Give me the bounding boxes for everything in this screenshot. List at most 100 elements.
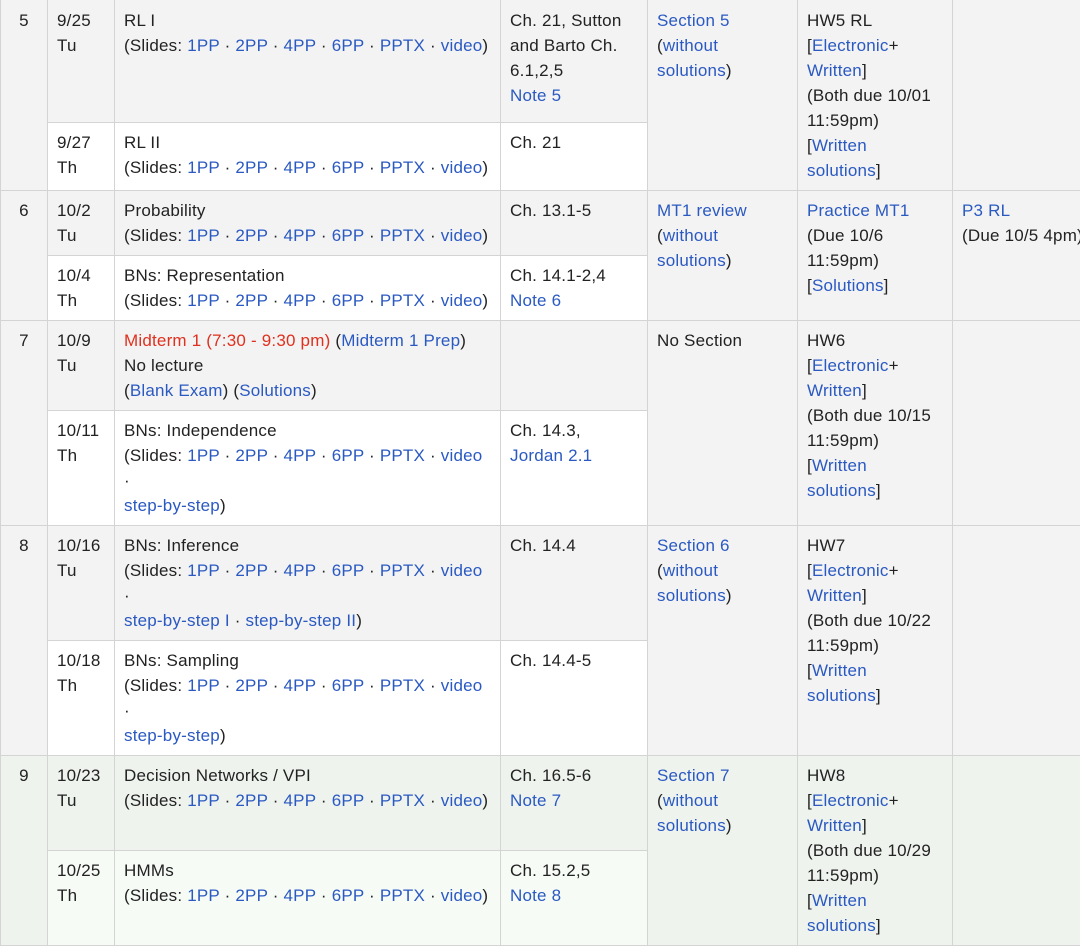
slides-1pp-link[interactable]: 1PP xyxy=(187,291,219,310)
readings-cell: Ch. 15.2,5 Note 8 xyxy=(501,851,648,946)
slides-2pp-link[interactable]: 2PP xyxy=(235,676,267,695)
slides-1pp-link[interactable]: 1PP xyxy=(187,561,219,580)
project-link[interactable]: P3 RL xyxy=(962,201,1010,220)
slides-1pp-link[interactable]: 1PP xyxy=(187,446,219,465)
slides-2pp-link[interactable]: 2PP xyxy=(235,791,267,810)
slides-6pp-link[interactable]: 6PP xyxy=(332,561,364,580)
electronic-link[interactable]: Electronic xyxy=(812,561,889,580)
section-link[interactable]: Section 7 xyxy=(657,766,730,785)
slides-1pp-link[interactable]: 1PP xyxy=(187,36,219,55)
slides-pptx-link[interactable]: PPTX xyxy=(380,226,425,245)
slides-1pp-link[interactable]: 1PP xyxy=(187,886,219,905)
section-no-solutions-link[interactable]: without solutions xyxy=(657,561,726,605)
note-link[interactable]: Note 5 xyxy=(510,86,561,105)
slides-video-link[interactable]: video xyxy=(441,561,483,580)
section-link[interactable]: Section 6 xyxy=(657,536,730,555)
slides-1pp-link[interactable]: 1PP xyxy=(187,791,219,810)
written-link[interactable]: Written xyxy=(807,61,862,80)
slides-2pp-link[interactable]: 2PP xyxy=(235,158,267,177)
exam-solutions-link[interactable]: Solutions xyxy=(239,381,311,400)
slides-1pp-link[interactable]: 1PP xyxy=(187,158,219,177)
slides-video-link[interactable]: video xyxy=(441,291,483,310)
slides-4pp-link[interactable]: 4PP xyxy=(284,291,316,310)
project-due: (Due 10/5 4pm) xyxy=(962,226,1080,245)
written-solutions-link[interactable]: Written solutions xyxy=(807,661,876,705)
step-by-step-2-link[interactable]: step-by-step II xyxy=(246,611,357,630)
lecture-cell: HMMs (Slides: 1PP · 2PP · 4PP · 6PP · PP… xyxy=(115,851,501,946)
slides-video-link[interactable]: video xyxy=(441,36,483,55)
slides-2pp-link[interactable]: 2PP xyxy=(235,886,267,905)
slides-video-link[interactable]: video xyxy=(441,886,483,905)
slides-4pp-link[interactable]: 4PP xyxy=(284,791,316,810)
section-no-solutions-link[interactable]: without solutions xyxy=(657,791,726,835)
slides-6pp-link[interactable]: 6PP xyxy=(332,676,364,695)
section-no-solutions-link[interactable]: without solutions xyxy=(657,226,726,270)
slides-pptx-link[interactable]: PPTX xyxy=(380,791,425,810)
note-link[interactable]: Note 8 xyxy=(510,886,561,905)
slides-4pp-link[interactable]: 4PP xyxy=(284,561,316,580)
slides-4pp-link[interactable]: 4PP xyxy=(284,676,316,695)
slides-video-link[interactable]: video xyxy=(441,158,483,177)
slides-pptx-link[interactable]: PPTX xyxy=(380,291,425,310)
slides-6pp-link[interactable]: 6PP xyxy=(332,886,364,905)
project-cell xyxy=(953,756,1080,946)
slides-pptx-link[interactable]: PPTX xyxy=(380,158,425,177)
electronic-link[interactable]: Electronic xyxy=(812,791,889,810)
slides-pptx-link[interactable]: PPTX xyxy=(380,36,425,55)
midterm-prep-link[interactable]: Midterm 1 Prep xyxy=(341,331,460,350)
section-no-solutions-link[interactable]: without solutions xyxy=(657,36,726,80)
section-link[interactable]: MT1 review xyxy=(657,201,747,220)
slides-6pp-link[interactable]: 6PP xyxy=(332,446,364,465)
written-solutions-link[interactable]: Written solutions xyxy=(807,891,876,935)
slides-2pp-link[interactable]: 2PP xyxy=(235,226,267,245)
slides-6pp-link[interactable]: 6PP xyxy=(332,36,364,55)
written-solutions-link[interactable]: Written solutions xyxy=(807,456,876,500)
slides-4pp-link[interactable]: 4PP xyxy=(284,446,316,465)
written-link[interactable]: Written xyxy=(807,816,862,835)
slides-video-link[interactable]: video xyxy=(441,446,483,465)
slides-4pp-link[interactable]: 4PP xyxy=(284,886,316,905)
slides-2pp-link[interactable]: 2PP xyxy=(235,36,267,55)
written-link[interactable]: Written xyxy=(807,586,862,605)
blank-exam-link[interactable]: Blank Exam xyxy=(130,381,223,400)
slides-video-link[interactable]: video xyxy=(441,676,483,695)
step-by-step-1-link[interactable]: step-by-step I xyxy=(124,611,230,630)
date-text: 9/27 xyxy=(57,133,91,152)
slides-pptx-link[interactable]: PPTX xyxy=(380,886,425,905)
slides-pptx-link[interactable]: PPTX xyxy=(380,561,425,580)
electronic-link[interactable]: Electronic xyxy=(812,356,889,375)
solutions-link[interactable]: Solutions xyxy=(812,276,884,295)
homework-title: HW8 xyxy=(807,766,845,785)
slides-2pp-link[interactable]: 2PP xyxy=(235,291,267,310)
readings-cell xyxy=(501,321,648,411)
electronic-link[interactable]: Electronic xyxy=(812,36,889,55)
step-by-step-link[interactable]: step-by-step xyxy=(124,496,220,515)
note-link[interactable]: Note 6 xyxy=(510,291,561,310)
slides-6pp-link[interactable]: 6PP xyxy=(332,226,364,245)
slides-2pp-link[interactable]: 2PP xyxy=(235,446,267,465)
jordan-link[interactable]: Jordan 2.1 xyxy=(510,446,592,465)
slides-6pp-link[interactable]: 6PP xyxy=(332,291,364,310)
slides-pptx-link[interactable]: PPTX xyxy=(380,676,425,695)
written-solutions-link[interactable]: Written solutions xyxy=(807,136,876,180)
reading-text: Ch. 15.2,5 xyxy=(510,861,590,880)
slides-6pp-link[interactable]: 6PP xyxy=(332,158,364,177)
slides-2pp-link[interactable]: 2PP xyxy=(235,561,267,580)
slides-1pp-link[interactable]: 1PP xyxy=(187,676,219,695)
date-text: 10/16 xyxy=(57,536,101,555)
slides-video-link[interactable]: video xyxy=(441,791,483,810)
note-link[interactable]: Note 7 xyxy=(510,791,561,810)
slides-6pp-link[interactable]: 6PP xyxy=(332,791,364,810)
lecture-title: RL II xyxy=(124,133,160,152)
slides-video-link[interactable]: video xyxy=(441,226,483,245)
practice-midterm-link[interactable]: Practice MT1 xyxy=(807,201,910,220)
step-by-step-link[interactable]: step-by-step xyxy=(124,726,220,745)
written-link[interactable]: Written xyxy=(807,381,862,400)
slides-1pp-link[interactable]: 1PP xyxy=(187,226,219,245)
lecture-cell: BNs: Independence (Slides: 1PP · 2PP · 4… xyxy=(115,411,501,526)
slides-4pp-link[interactable]: 4PP xyxy=(284,158,316,177)
section-link[interactable]: Section 5 xyxy=(657,11,730,30)
slides-pptx-link[interactable]: PPTX xyxy=(380,446,425,465)
slides-4pp-link[interactable]: 4PP xyxy=(284,226,316,245)
slides-4pp-link[interactable]: 4PP xyxy=(284,36,316,55)
